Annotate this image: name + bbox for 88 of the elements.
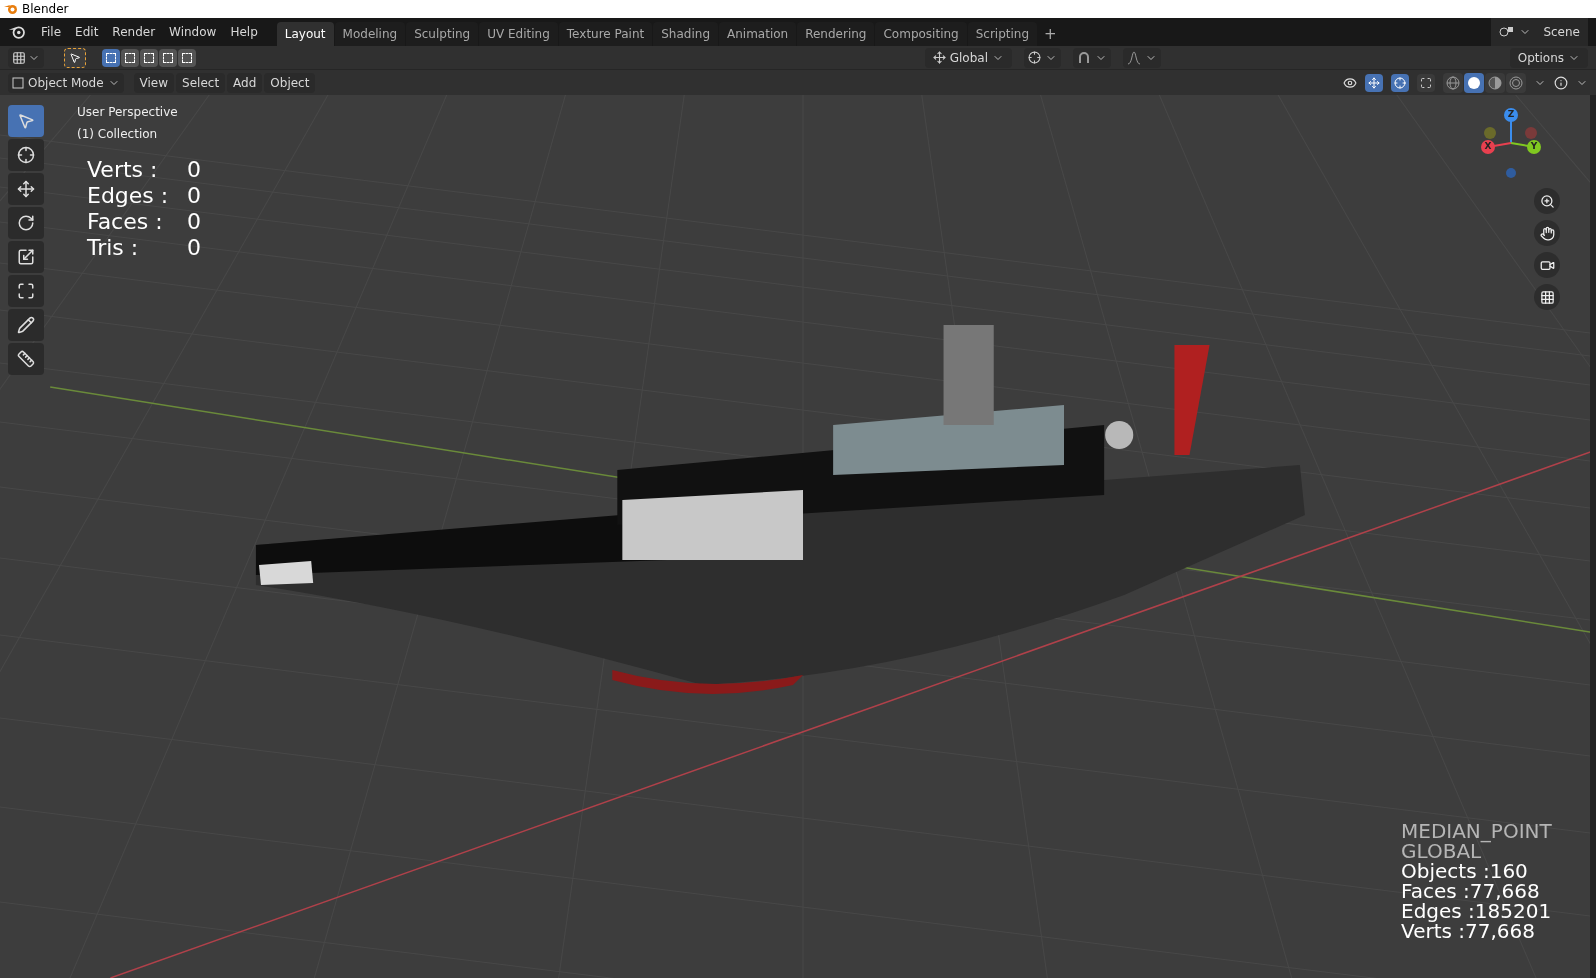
scale-icon	[17, 248, 35, 266]
gizmo-toggle[interactable]	[1365, 73, 1383, 92]
stat-label: Tris :	[87, 235, 140, 261]
overlay-text: GLOBAL	[1401, 841, 1482, 861]
orientation-dropdown[interactable]: Global	[924, 47, 1012, 68]
select-mode-button[interactable]	[159, 48, 177, 67]
solid-sphere-icon	[1467, 75, 1481, 90]
workspace-tab[interactable]: Rendering	[797, 22, 875, 46]
header-menu[interactable]: Object	[264, 72, 316, 93]
workspace-tab[interactable]: Scripting	[967, 22, 1038, 46]
stat-label: Faces :	[87, 209, 164, 235]
snap-dropdown[interactable]	[1073, 47, 1111, 68]
rotate-icon	[17, 214, 35, 232]
blender-logo-icon	[8, 25, 26, 39]
visibility-icon[interactable]	[1343, 75, 1357, 90]
tool-button[interactable]	[8, 173, 44, 205]
overlay-toggle[interactable]	[1391, 73, 1409, 92]
magnet-icon	[1077, 50, 1091, 65]
collection-name: (1) Collection	[77, 126, 159, 143]
stat-value: 0	[187, 235, 202, 261]
stat-value: 0	[187, 209, 202, 235]
menu-item[interactable]: File	[34, 23, 69, 41]
select-mode-button[interactable]	[178, 48, 196, 67]
select-mode-button[interactable]	[140, 48, 158, 67]
info-icon[interactable]	[1554, 75, 1568, 90]
move-icon	[17, 180, 35, 198]
options-dropdown[interactable]: Options	[1509, 47, 1588, 68]
menu-item[interactable]: Render	[105, 23, 163, 41]
menu-item[interactable]: Help	[223, 23, 265, 41]
overlay-icon	[1394, 76, 1406, 89]
wireframe-sphere-icon	[1446, 75, 1460, 90]
workspace-tab[interactable]: UV Editing	[479, 22, 558, 46]
stat-value: 0	[187, 157, 202, 183]
shading-mode-button[interactable]	[1464, 72, 1484, 93]
menu-item[interactable]: Window	[162, 23, 224, 41]
workspace-tab[interactable]: Sculpting	[406, 22, 479, 46]
grid-icon[interactable]	[1539, 289, 1555, 305]
tool-button[interactable]	[8, 207, 44, 239]
arrow-icon	[1368, 76, 1380, 89]
tool-button[interactable]	[64, 47, 86, 68]
header-menu[interactable]: View	[133, 72, 175, 93]
xray-icon	[1420, 76, 1432, 89]
tool-button[interactable]	[8, 275, 44, 307]
pivot-icon	[1028, 51, 1041, 64]
overlay-text: Objects :160	[1401, 861, 1529, 881]
header-menu[interactable]: Select	[176, 72, 226, 93]
header-menu[interactable]: Add	[227, 72, 263, 93]
cursor-icon	[17, 146, 35, 164]
pointer-icon	[69, 51, 81, 64]
stat-label: Verts :	[87, 157, 159, 183]
stat-value: 0	[187, 183, 202, 209]
editor-type-button[interactable]	[8, 47, 44, 68]
select-mode-button[interactable]	[121, 48, 139, 67]
select-mode-button[interactable]	[102, 48, 120, 67]
tool-button[interactable]	[8, 139, 44, 171]
mode-dropdown[interactable]: Object Mode	[8, 72, 124, 93]
material-sphere-icon	[1488, 75, 1502, 90]
workspace-tab[interactable]: Texture Paint	[558, 22, 653, 46]
window-title: Blender	[22, 1, 69, 18]
pivot-dropdown[interactable]	[1024, 47, 1061, 68]
hand-icon[interactable]	[1539, 225, 1555, 241]
falloff-curve-icon	[1127, 50, 1141, 65]
ruler-icon	[17, 350, 35, 368]
proportional-edit-dropdown[interactable]	[1123, 47, 1161, 68]
menu-item[interactable]: Edit	[68, 23, 106, 41]
xray-toggle[interactable]	[1417, 73, 1435, 92]
add-workspace-button[interactable]: +	[1038, 22, 1063, 46]
overlay-text: MEDIAN_POINT	[1401, 821, 1552, 841]
stat-label: Edges :	[87, 183, 170, 209]
workspace-tab[interactable]: Layout	[276, 22, 334, 46]
zoom-icon[interactable]	[1539, 193, 1555, 209]
workspace-tab[interactable]: Animation	[719, 22, 797, 46]
overlay-text: Verts :77,668	[1401, 921, 1536, 941]
blender-logo-icon	[4, 3, 18, 15]
workspace-tab[interactable]: Modeling	[334, 22, 406, 46]
tool-button[interactable]	[8, 241, 44, 273]
workspace-tab[interactable]: Shading	[653, 22, 718, 46]
scene-icon	[1499, 25, 1516, 39]
tool-button[interactable]	[8, 309, 44, 341]
view-name: User Perspective	[77, 104, 178, 121]
tool-button[interactable]	[8, 343, 44, 375]
rendered-sphere-icon	[1509, 75, 1523, 90]
workspace-tab[interactable]: Compositing	[875, 22, 967, 46]
overlay-text: Faces :77,668	[1401, 881, 1541, 901]
select-box-icon	[17, 112, 35, 130]
overlay-text: Edges :185201	[1401, 901, 1552, 921]
pencil-icon	[17, 316, 35, 334]
transform-icon	[17, 282, 35, 300]
